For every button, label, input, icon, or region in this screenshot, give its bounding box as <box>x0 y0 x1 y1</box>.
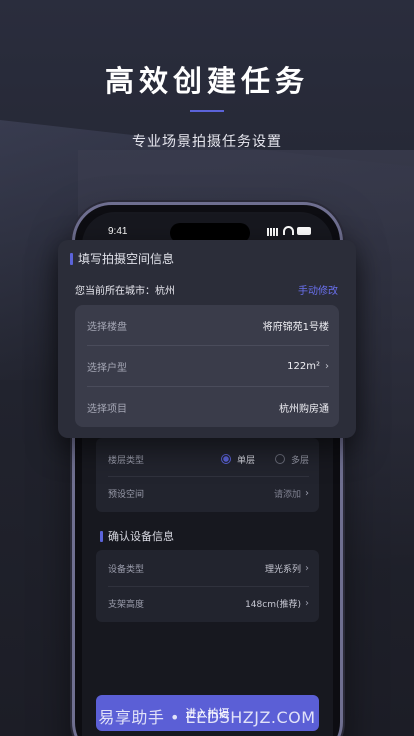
status-icons <box>267 226 311 236</box>
hero-title: 高效创建任务 <box>104 64 309 98</box>
device-type-label: 设备类型 <box>108 564 145 575</box>
chevron-right-icon: › <box>305 562 309 574</box>
radio-selected-icon <box>220 454 231 464</box>
device-card: 设备类型 理光系列 › 支架高度 148cm(推荐) › <box>96 550 319 622</box>
preset-space-label: 预设空间 <box>108 489 145 500</box>
manual-edit-link[interactable]: 手动修改 <box>298 282 338 297</box>
space-select-list: 选择楼盘 将府锦苑1号楼 选择户型 122m² › 选择项目 杭州购房通 <box>75 305 339 427</box>
device-type-value: 理光系列 <box>264 564 301 575</box>
option-label: 多层 <box>290 455 309 466</box>
floor-type-label: 楼层类型 <box>108 455 145 466</box>
row-label: 选择楼盘 <box>87 321 127 333</box>
row-value: 将府锦苑1号楼 <box>262 321 329 333</box>
stand-height-value: 148cm(推荐) <box>245 599 301 610</box>
space-info-header: 填写拍摄空间信息 <box>70 250 174 267</box>
select-building-row[interactable]: 选择楼盘 将府锦苑1号楼 <box>87 305 329 345</box>
space-info-title: 填写拍摄空间信息 <box>78 252 175 266</box>
row-label: 选择户型 <box>87 362 127 374</box>
battery-icon <box>297 227 311 235</box>
radio-unselected-icon <box>274 454 285 464</box>
preset-space-value: 请添加 <box>273 489 301 500</box>
preset-space-row[interactable]: 预设空间 请添加 › <box>108 476 309 510</box>
chevron-right-icon: › <box>305 597 309 609</box>
device-section-title: 确认设备信息 <box>108 530 174 543</box>
device-section-header: 确认设备信息 <box>100 528 174 544</box>
stand-height-row[interactable]: 支架高度 148cm(推荐) › <box>108 586 309 620</box>
chevron-right-icon: › <box>325 360 329 372</box>
space-settings-card: 楼层类型 单层 多层 预设空间 请添加 › <box>96 438 319 512</box>
current-city-text: 您当前所在城市：杭州 <box>75 286 175 297</box>
watermark: 易享助手 • EEDSHZJZ.COM <box>98 708 316 727</box>
select-project-row[interactable]: 选择项目 杭州购房通 <box>87 387 329 427</box>
row-value: 杭州购房通 <box>279 403 329 415</box>
option-single-floor[interactable]: 单层 <box>220 453 255 466</box>
section-bar <box>70 252 73 265</box>
floor-type-row: 楼层类型 单层 多层 <box>108 442 309 476</box>
status-time: 9:41 <box>108 226 128 237</box>
option-label: 单层 <box>236 455 255 466</box>
row-value: 122m² <box>287 360 320 372</box>
select-layout-row[interactable]: 选择户型 122m² › <box>87 346 329 386</box>
signal-icon <box>267 228 279 236</box>
wifi-icon <box>283 226 294 235</box>
space-info-card: 填写拍摄空间信息 您当前所在城市：杭州 手动修改 选择楼盘 将府锦苑1号楼 选择… <box>58 240 356 438</box>
chevron-right-icon: › <box>305 487 309 499</box>
hero-subtitle: 专业场景拍摄任务设置 <box>132 134 282 150</box>
row-label: 选择项目 <box>87 403 127 415</box>
hero-divider <box>190 110 224 112</box>
device-type-row[interactable]: 设备类型 理光系列 › <box>108 551 309 585</box>
stand-height-label: 支架高度 <box>108 599 145 610</box>
option-multi-floor[interactable]: 多层 <box>274 453 309 466</box>
section-bar <box>100 530 103 542</box>
